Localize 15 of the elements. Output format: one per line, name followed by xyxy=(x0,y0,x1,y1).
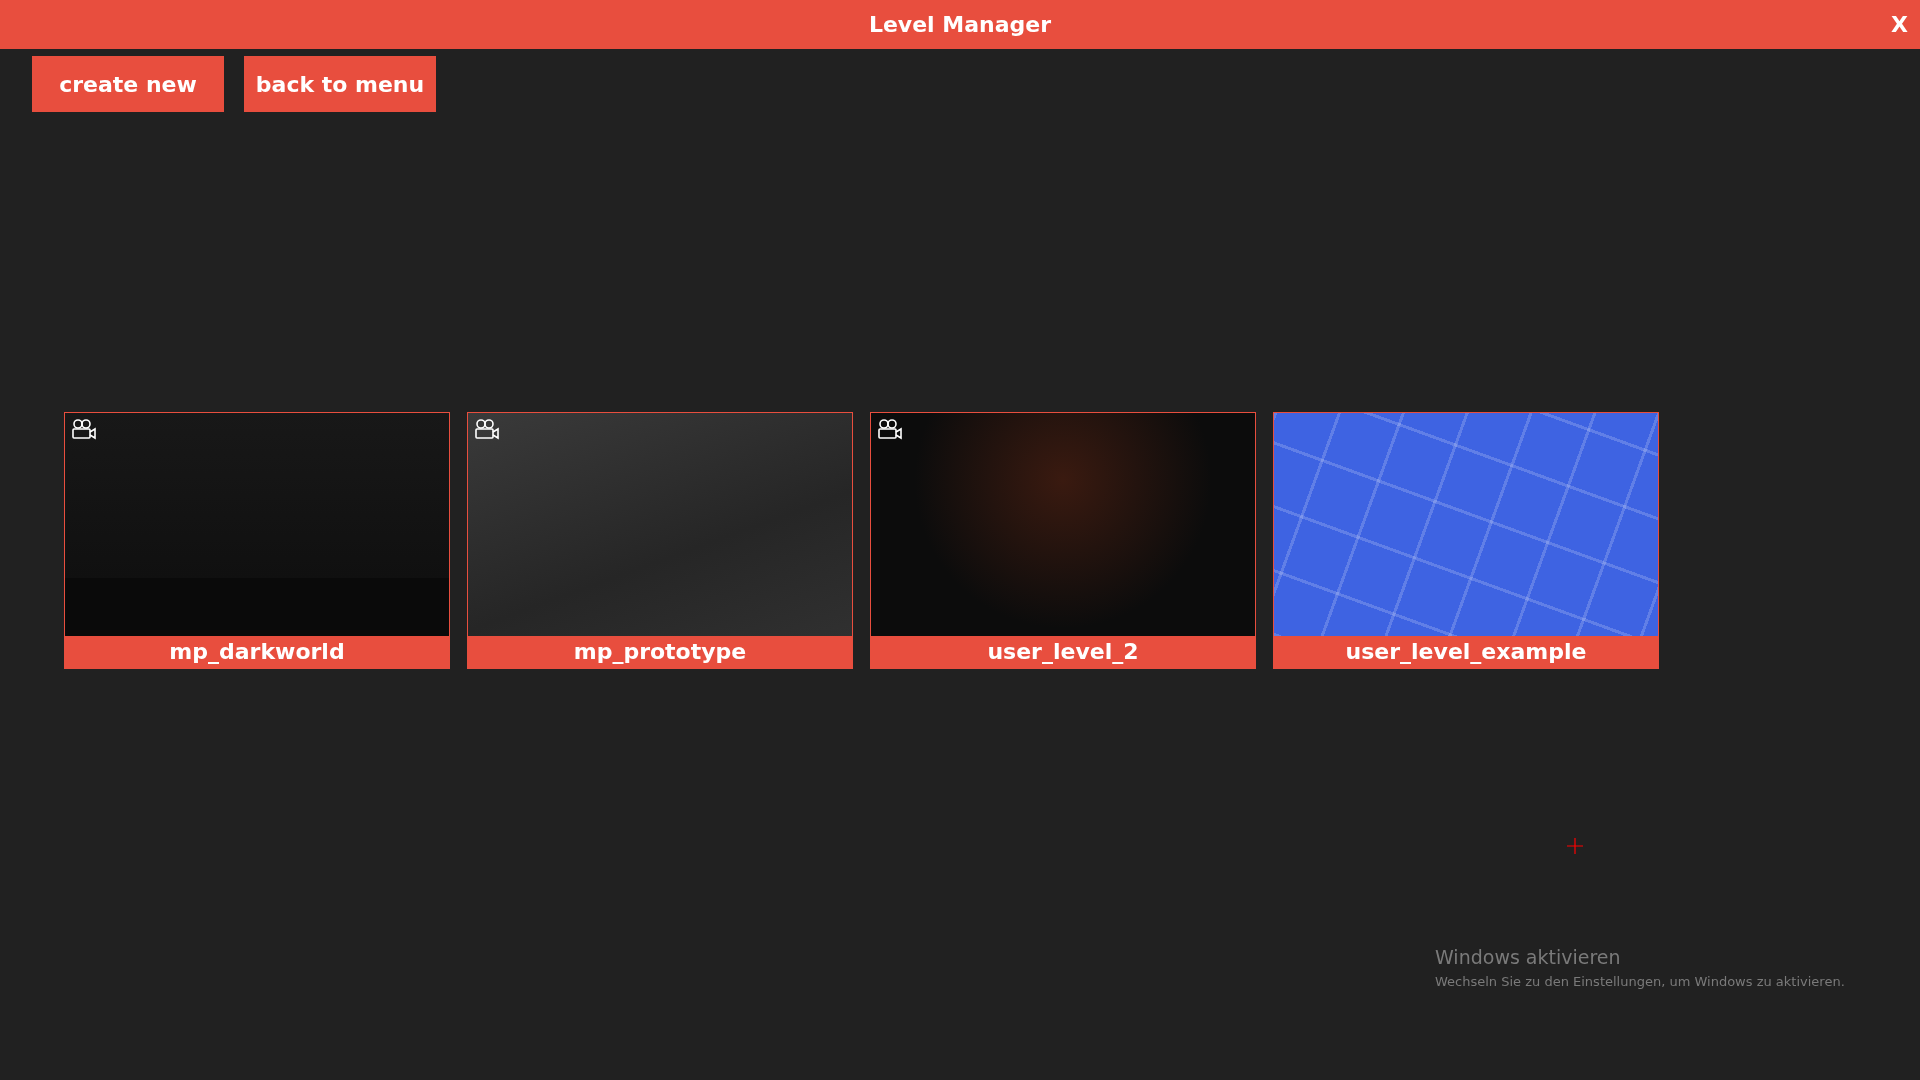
back-button[interactable]: back to menu xyxy=(244,56,436,112)
level-card[interactable]: user_level_example xyxy=(1273,412,1659,669)
close-button[interactable]: X xyxy=(1887,0,1912,49)
level-card[interactable]: user_level_2 xyxy=(870,412,1256,669)
level-name: mp_darkworld xyxy=(65,636,449,668)
create-button[interactable]: create new xyxy=(32,56,224,112)
crosshair-icon xyxy=(1567,838,1583,854)
activation-text: Wechseln Sie zu den Einstellungen, um Windows zu aktivieren. xyxy=(1435,972,1845,991)
window-title: Level Manager xyxy=(868,12,1052,37)
level-card[interactable]: mp_prototype xyxy=(467,412,853,669)
level-name: mp_prototype xyxy=(468,636,852,668)
activation-title: Windows aktivieren xyxy=(1435,945,1622,970)
level-name: user_level_example xyxy=(1274,636,1658,668)
level-name: user_level_2 xyxy=(871,636,1255,668)
level-card[interactable]: mp_darkworld xyxy=(64,412,450,669)
